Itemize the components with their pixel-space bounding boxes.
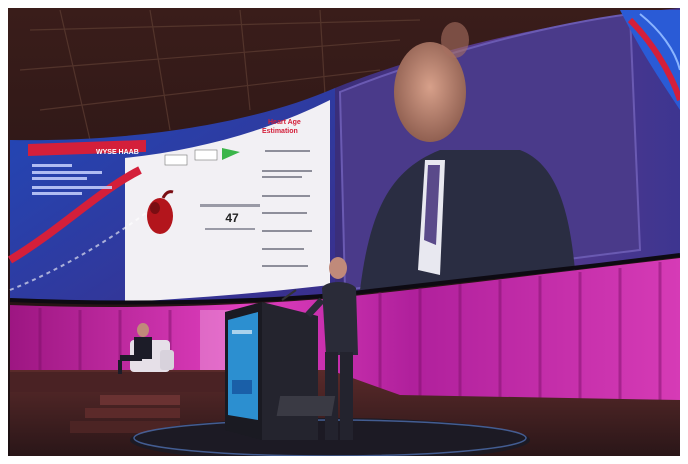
slide-heading: Heart Age	[268, 119, 301, 126]
slide-big-number: 47	[225, 211, 239, 225]
slide-header-tag: WYSE HAAB	[96, 149, 139, 156]
conference-photo: WYSE HAAB 47 Heart Age Estimation	[0, 0, 688, 464]
floor-monitor	[276, 396, 336, 416]
stage-platform	[10, 372, 225, 392]
slide-subheading: Estimation	[262, 128, 298, 135]
